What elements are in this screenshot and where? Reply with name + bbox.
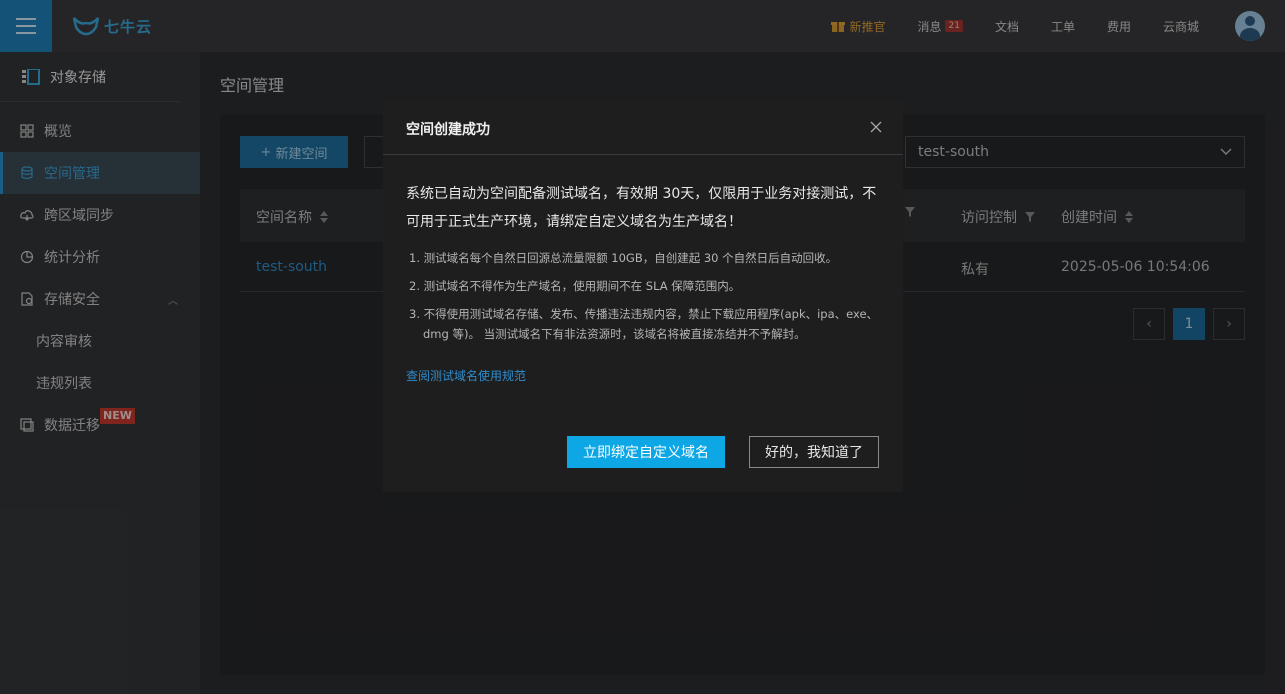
list-item: 3. 不得使用测试域名存储、发布、传播违法违规内容，禁止下载应用程序(apk、i… xyxy=(409,307,879,341)
dialog-rules-list: 1. 测试域名每个自然日回源总流量限额 10GB，自创建起 30 个自然日后自动… xyxy=(409,248,879,352)
dialog-lead-text: 系统已自动为空间配备测试域名，有效期 30天，仅限用于业务对接测试，不可用于正式… xyxy=(406,186,877,230)
test-domain-policy-link[interactable]: 查阅测试域名使用规范 xyxy=(406,367,526,384)
bucket-created-dialog: 空间创建成功 系统已自动为空间配备测试域名，有效期 30天，仅限用于业务对接测试… xyxy=(383,100,903,492)
dialog-title: 空间创建成功 xyxy=(406,122,490,138)
dialog-header: 空间创建成功 xyxy=(383,100,903,155)
acknowledge-button[interactable]: 好的，我知道了 xyxy=(749,436,879,468)
bind-custom-domain-button[interactable]: 立即绑定自定义域名 xyxy=(567,436,725,468)
list-item: 1. 测试域名每个自然日回源总流量限额 10GB，自创建起 30 个自然日后自动… xyxy=(409,251,838,265)
close-icon[interactable] xyxy=(869,120,883,134)
list-item: 2. 测试域名不得作为生产域名，使用期间不在 SLA 保障范围内。 xyxy=(409,279,741,293)
